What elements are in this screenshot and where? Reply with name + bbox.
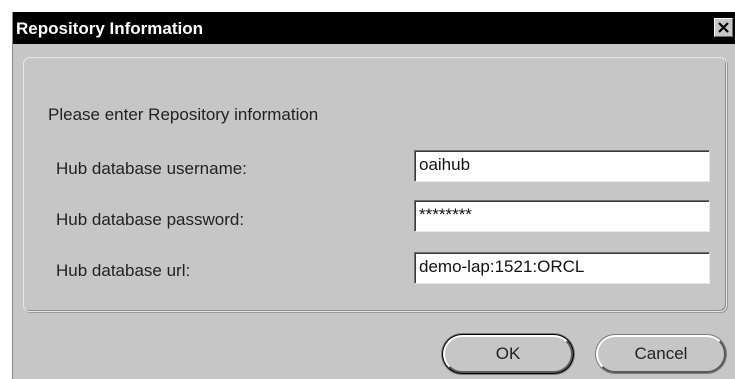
password-input[interactable]: ********: [414, 200, 710, 232]
dialog-title: Repository Information: [16, 19, 204, 38]
username-input[interactable]: oaihub: [414, 150, 710, 182]
url-label: Hub database url:: [56, 261, 191, 280]
close-icon: [718, 22, 729, 33]
title-bar[interactable]: Repository Information: [13, 12, 735, 44]
repository-information-dialog: Repository Information Please enter Repo…: [12, 12, 735, 379]
close-button[interactable]: [714, 18, 733, 37]
cancel-button[interactable]: Cancel: [596, 335, 726, 373]
form-prompt: Please enter Repository information: [48, 105, 319, 124]
username-label: Hub database username:: [56, 159, 247, 178]
password-label: Hub database password:: [56, 210, 245, 229]
ok-button[interactable]: OK: [443, 335, 573, 373]
url-input[interactable]: demo-lap:1521:ORCL: [414, 252, 710, 284]
repository-form-panel: Please enter Repository information Hub …: [23, 57, 727, 312]
